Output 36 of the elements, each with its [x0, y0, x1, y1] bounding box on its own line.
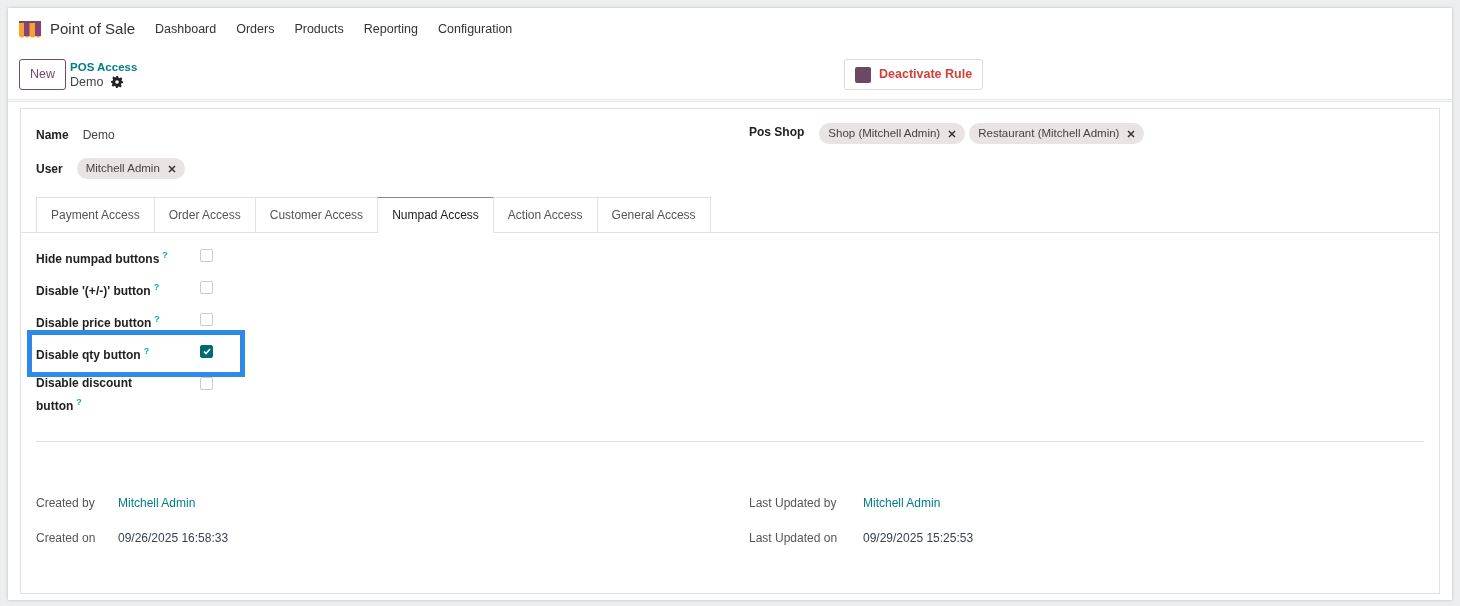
audit-label: Last Updated on: [749, 530, 839, 548]
remove-icon[interactable]: [1127, 129, 1136, 138]
tab[interactable]: General Access: [596, 197, 711, 233]
menu-item[interactable]: Orders: [236, 19, 275, 39]
menu-item[interactable]: Dashboard: [155, 19, 217, 39]
gear-icon[interactable]: [111, 76, 124, 88]
field-label: Name: [36, 127, 69, 144]
option-label: Disable discount button $^{?}$: [36, 375, 134, 416]
option-label: Disable '(+/-)' button $^{?}$: [36, 281, 161, 301]
option-label: Disable price button $^{?}$: [36, 313, 161, 333]
tab[interactable]: Payment Access: [36, 197, 155, 233]
user-link[interactable]: Mitchell Admin: [118, 494, 196, 513]
menu-item[interactable]: Configuration: [437, 19, 513, 39]
field-label: User: [36, 160, 63, 178]
option-label: Hide numpad buttons $^{?}$: [36, 249, 169, 269]
menu-item[interactable]: Products: [294, 19, 344, 39]
field-label: Pos Shop: [749, 124, 805, 141]
new-button[interactable]: New: [19, 59, 66, 90]
breadcrumb-link[interactable]: POS Access: [70, 59, 138, 75]
remove-icon[interactable]: [948, 129, 957, 138]
app-title[interactable]: Point of Sale: [50, 17, 136, 41]
audit-label: Last Updated by: [749, 495, 838, 513]
audit-label: Created by: [36, 495, 96, 513]
audit-value: 09/26/2025 16:58:33: [118, 530, 229, 548]
audit-label: Created on: [36, 530, 97, 548]
awning-logo-icon: [18, 20, 42, 38]
record-name: Demo: [70, 74, 104, 90]
remove-icon[interactable]: [167, 164, 176, 173]
tab[interactable]: Numpad Access: [377, 197, 494, 234]
option-label: Disable qty button $^{?}$: [36, 345, 151, 365]
checkbox[interactable]: [200, 345, 213, 359]
name-value: Demo: [82, 127, 115, 144]
menu-item[interactable]: Reporting: [363, 19, 418, 39]
deactivate-button[interactable]: Deactivate Rule: [844, 59, 984, 90]
user-link[interactable]: Mitchell Admin: [863, 494, 941, 513]
audit-value: 09/29/2025 15:25:53: [863, 530, 974, 548]
